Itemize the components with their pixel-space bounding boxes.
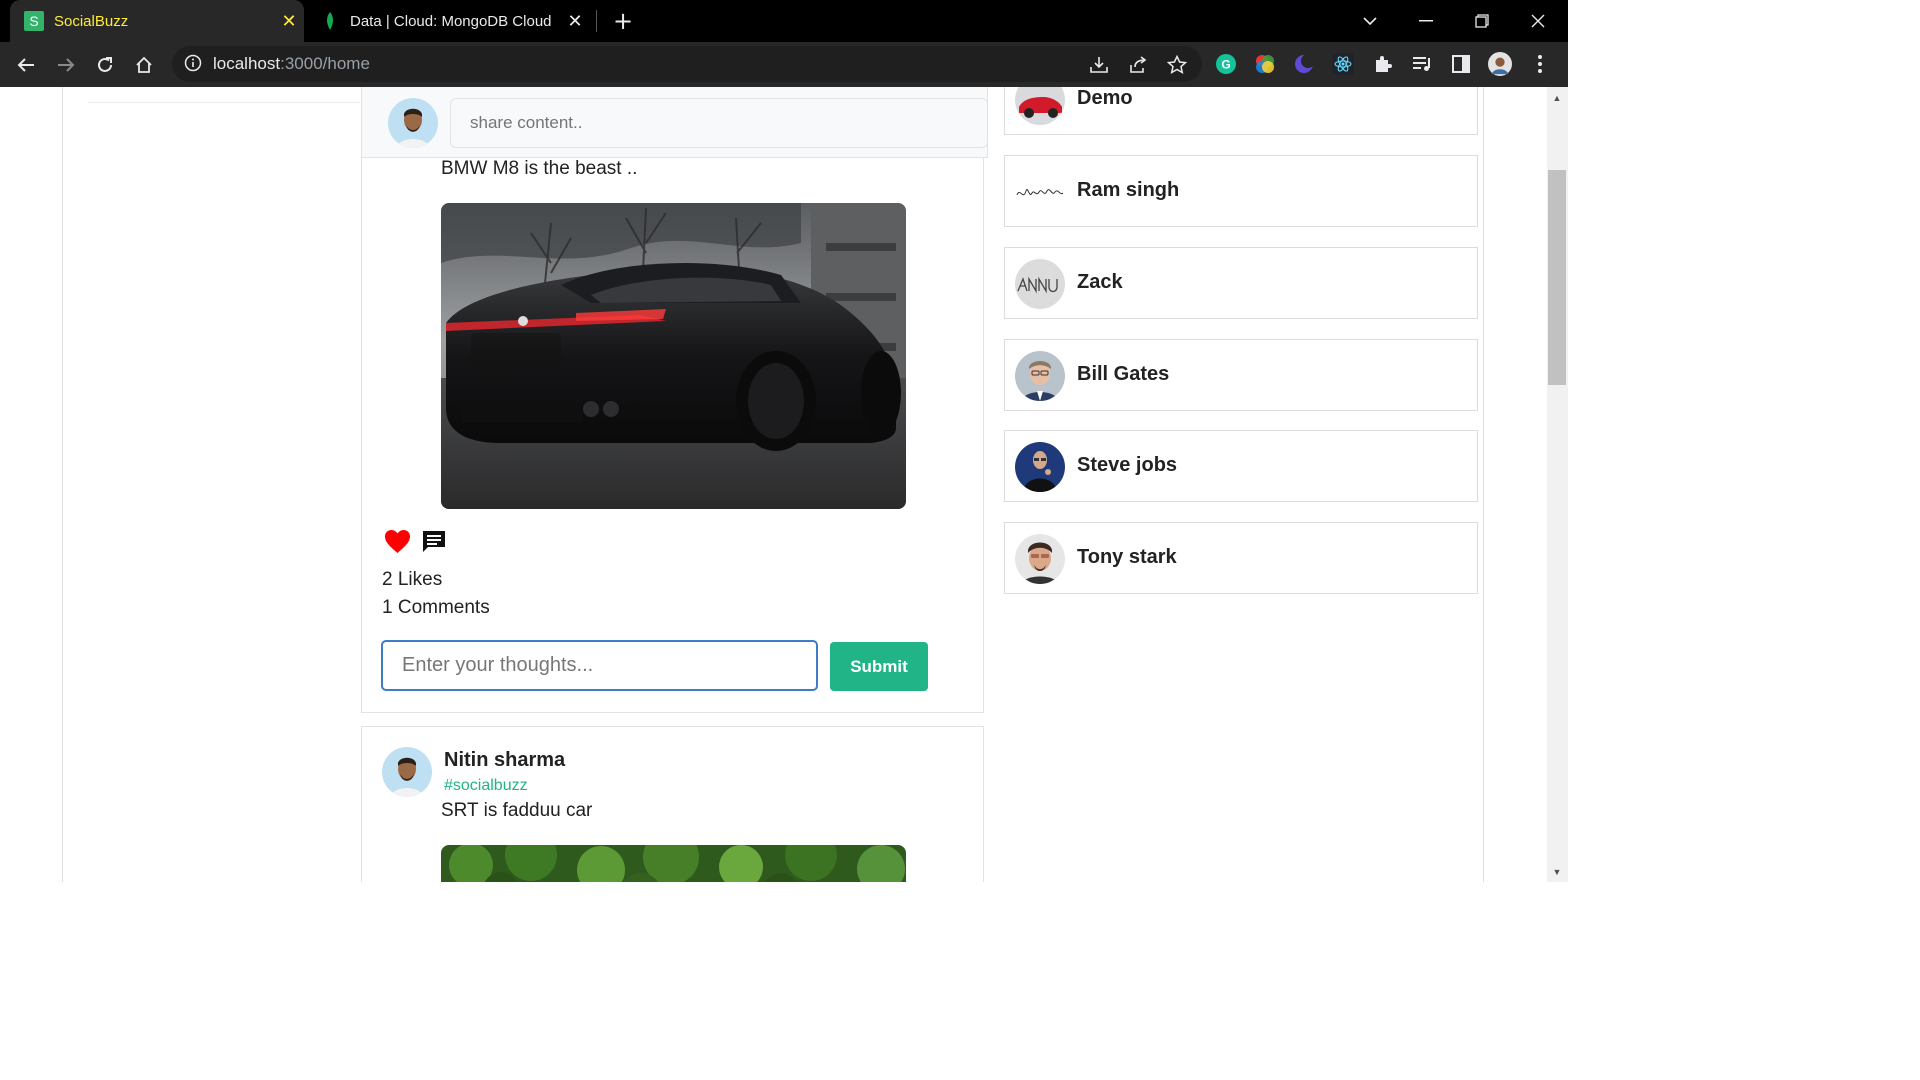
tab-socialbuzz[interactable]: S SocialBuzz ✕ xyxy=(10,0,304,42)
side-panel-icon[interactable] xyxy=(1449,52,1473,76)
comments-count[interactable]: 1 Comments xyxy=(382,597,490,619)
comment-icon[interactable] xyxy=(421,529,447,557)
tab-title: Data | Cloud: MongoDB Cloud xyxy=(350,12,552,30)
post-hashtag[interactable]: #socialbuzz xyxy=(444,777,528,795)
user-card-zack[interactable]: Zack xyxy=(1004,247,1478,319)
bookmark-star-icon[interactable] xyxy=(1166,54,1188,76)
author-avatar[interactable] xyxy=(382,747,432,797)
new-tab-icon[interactable]: + xyxy=(608,6,638,36)
black-bmw-m8-photo xyxy=(441,203,906,509)
mongodb-leaf-icon xyxy=(320,11,340,31)
layout-divider xyxy=(1483,87,1484,882)
author-name[interactable]: Nitin sharma xyxy=(444,749,565,772)
address-bar[interactable]: localhost:3000/home xyxy=(172,46,1202,82)
reload-icon[interactable] xyxy=(90,50,120,80)
share-composer xyxy=(361,87,988,158)
socialbuzz-s-icon: S xyxy=(24,11,44,31)
home-icon[interactable] xyxy=(129,50,159,80)
extensions-puzzle-icon[interactable] xyxy=(1371,52,1395,76)
post-actions xyxy=(384,529,447,557)
user-card-bill-gates[interactable]: Bill Gates xyxy=(1004,339,1478,411)
user-name: Tony stark xyxy=(1077,546,1177,568)
signature-avatar xyxy=(1015,167,1065,217)
user-name: Bill Gates xyxy=(1077,363,1170,385)
comment-input[interactable] xyxy=(381,640,818,691)
close-window-icon[interactable] xyxy=(1510,0,1566,42)
layout-divider xyxy=(62,87,63,882)
post-card: Nitin sharma #socialbuzz SRT is fadduu c… xyxy=(361,726,984,882)
bill-gates-avatar xyxy=(1015,351,1065,401)
moon-extension-icon[interactable] xyxy=(1292,52,1316,76)
user-card-demo[interactable]: Demo xyxy=(1004,87,1478,135)
url-text[interactable]: localhost:3000/home xyxy=(213,54,370,74)
color-picker-extension-icon[interactable] xyxy=(1253,52,1277,76)
user-name: Zack xyxy=(1077,271,1123,293)
user-name: Demo xyxy=(1077,87,1133,109)
submit-comment-button[interactable]: Submit xyxy=(830,642,928,691)
scroll-up-arrow-icon[interactable]: ▲ xyxy=(1551,93,1563,103)
tab-mongodb[interactable]: Data | Cloud: MongoDB Cloud ✕ xyxy=(306,0,590,42)
post-card: BMW M8 is the beast .. 2 Likes 1 Comment… xyxy=(361,158,984,713)
close-tab-icon[interactable]: ✕ xyxy=(274,11,304,32)
minimize-icon[interactable] xyxy=(1398,0,1454,42)
svg-text:S: S xyxy=(29,13,38,29)
grammarly-extension-icon[interactable]: G xyxy=(1214,52,1238,76)
user-card-steve-jobs[interactable]: Steve jobs xyxy=(1004,430,1478,502)
browser-menu-kebab-icon[interactable] xyxy=(1528,52,1552,76)
user-name: Steve jobs xyxy=(1077,454,1178,476)
tab-title: SocialBuzz xyxy=(54,12,129,30)
heart-like-icon[interactable] xyxy=(384,529,411,557)
share-icon[interactable] xyxy=(1127,54,1149,76)
forward-arrow-icon[interactable] xyxy=(51,50,81,80)
user-avatar[interactable] xyxy=(388,98,438,148)
scrollbar-thumb[interactable] xyxy=(1548,170,1566,385)
tony-stark-avatar xyxy=(1015,534,1065,584)
red-car-avatar xyxy=(1015,87,1065,125)
back-arrow-icon[interactable] xyxy=(11,50,41,80)
url-host: localhost xyxy=(213,54,281,73)
user-name: Ram singh xyxy=(1077,179,1180,201)
user-card-tony-stark[interactable]: Tony stark xyxy=(1004,522,1478,594)
share-content-input[interactable] xyxy=(450,98,988,148)
green-trees-photo xyxy=(441,845,906,882)
tab-search-chevron-icon[interactable] xyxy=(1342,0,1398,42)
post-caption: SRT is fadduu car xyxy=(441,800,593,821)
browser-toolbar: localhost:3000/home G xyxy=(0,42,1568,87)
react-devtools-icon[interactable] xyxy=(1331,52,1355,76)
browser-tabstrip: S SocialBuzz ✕ Data | Cloud: MongoDB Clo… xyxy=(0,0,1568,42)
restore-icon[interactable] xyxy=(1454,0,1510,42)
install-app-icon[interactable] xyxy=(1088,54,1110,76)
tab-divider xyxy=(596,10,597,32)
close-tab-icon[interactable]: ✕ xyxy=(560,11,590,32)
url-path: :3000/home xyxy=(280,54,370,73)
likes-count: 2 Likes xyxy=(382,569,443,590)
svg-text:G: G xyxy=(1221,58,1230,72)
site-info-icon[interactable] xyxy=(184,54,202,76)
user-card-ram-singh[interactable]: Ram singh xyxy=(1004,155,1478,227)
left-panel-divider xyxy=(88,102,360,103)
scroll-down-arrow-icon[interactable]: ▼ xyxy=(1551,867,1563,877)
media-queue-icon[interactable] xyxy=(1410,52,1434,76)
steve-jobs-avatar xyxy=(1015,442,1065,492)
page-viewport: BMW M8 is the beast .. xyxy=(0,87,1568,882)
annu-handwriting-avatar xyxy=(1015,259,1065,309)
profile-avatar-icon[interactable] xyxy=(1488,52,1512,76)
post-caption: BMW M8 is the beast .. xyxy=(441,158,638,179)
